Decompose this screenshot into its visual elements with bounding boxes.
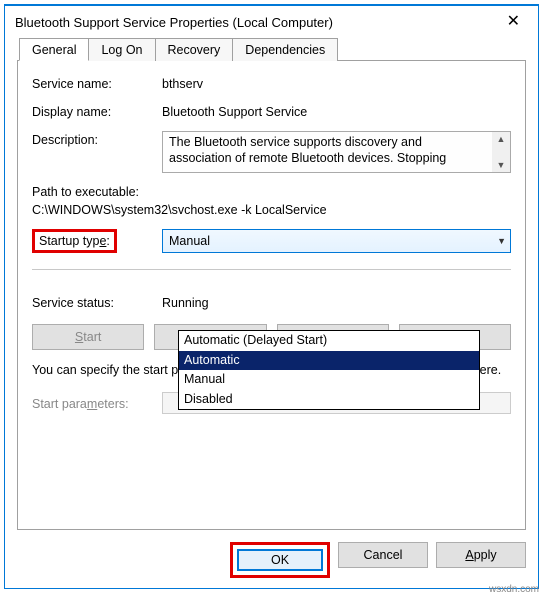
highlight-ok-button: OK	[230, 542, 330, 578]
description-scrollbar[interactable]: ▲ ▼	[492, 132, 510, 172]
dialog-footer: OK Cancel Apply	[5, 530, 538, 588]
label-display-name: Display name:	[32, 103, 162, 119]
label-startup-type: Startup type:	[39, 234, 110, 248]
dropdown-option-disabled[interactable]: Disabled	[179, 390, 479, 410]
cancel-button[interactable]: Cancel	[338, 542, 428, 568]
startup-type-dropdown[interactable]: Automatic (Delayed Start) Automatic Manu…	[178, 330, 480, 410]
label-service-name: Service name:	[32, 75, 162, 91]
value-service-name: bthserv	[162, 75, 511, 91]
ok-button[interactable]: OK	[237, 549, 323, 571]
tab-body: Service name: bthserv Display name: Blue…	[17, 60, 526, 530]
label-service-status: Service status:	[32, 294, 162, 310]
divider	[32, 269, 511, 270]
close-icon[interactable]: ✕	[499, 12, 528, 32]
tabstrip: General Log On Recovery Dependencies	[17, 38, 526, 61]
dialog-window: Bluetooth Support Service Properties (Lo…	[4, 4, 539, 589]
tab-log-on[interactable]: Log On	[88, 38, 155, 61]
tab-dependencies[interactable]: Dependencies	[232, 38, 338, 61]
description-text: The Bluetooth service supports discovery…	[163, 132, 492, 172]
value-display-name: Bluetooth Support Service	[162, 103, 511, 119]
titlebar: Bluetooth Support Service Properties (Lo…	[5, 6, 538, 34]
start-button: Start	[32, 324, 144, 350]
dropdown-option-automatic-delayed[interactable]: Automatic (Delayed Start)	[179, 331, 479, 351]
scroll-down-icon[interactable]: ▼	[497, 160, 506, 170]
dropdown-option-manual[interactable]: Manual	[179, 370, 479, 390]
description-box: The Bluetooth service supports discovery…	[162, 131, 511, 173]
window-title: Bluetooth Support Service Properties (Lo…	[15, 15, 333, 30]
dropdown-option-automatic[interactable]: Automatic	[179, 351, 479, 371]
apply-button[interactable]: Apply	[436, 542, 526, 568]
value-path: C:\WINDOWS\system32\svchost.exe -k Local…	[32, 203, 511, 217]
startup-type-combobox[interactable]: Manual ▼	[162, 229, 511, 253]
client-area: General Log On Recovery Dependencies Ser…	[5, 34, 538, 530]
tab-general[interactable]: General	[19, 38, 89, 61]
tab-recovery[interactable]: Recovery	[155, 38, 234, 61]
watermark: wsxdn.com	[489, 584, 539, 595]
startup-type-selected: Manual	[169, 234, 210, 248]
highlight-startup-label: Startup type:	[32, 229, 117, 253]
value-service-status: Running	[162, 294, 511, 310]
label-path: Path to executable:	[32, 185, 511, 199]
chevron-down-icon: ▼	[497, 236, 506, 246]
scroll-up-icon[interactable]: ▲	[497, 134, 506, 144]
label-description: Description:	[32, 131, 162, 147]
label-start-parameters: Start parameters:	[32, 395, 162, 411]
